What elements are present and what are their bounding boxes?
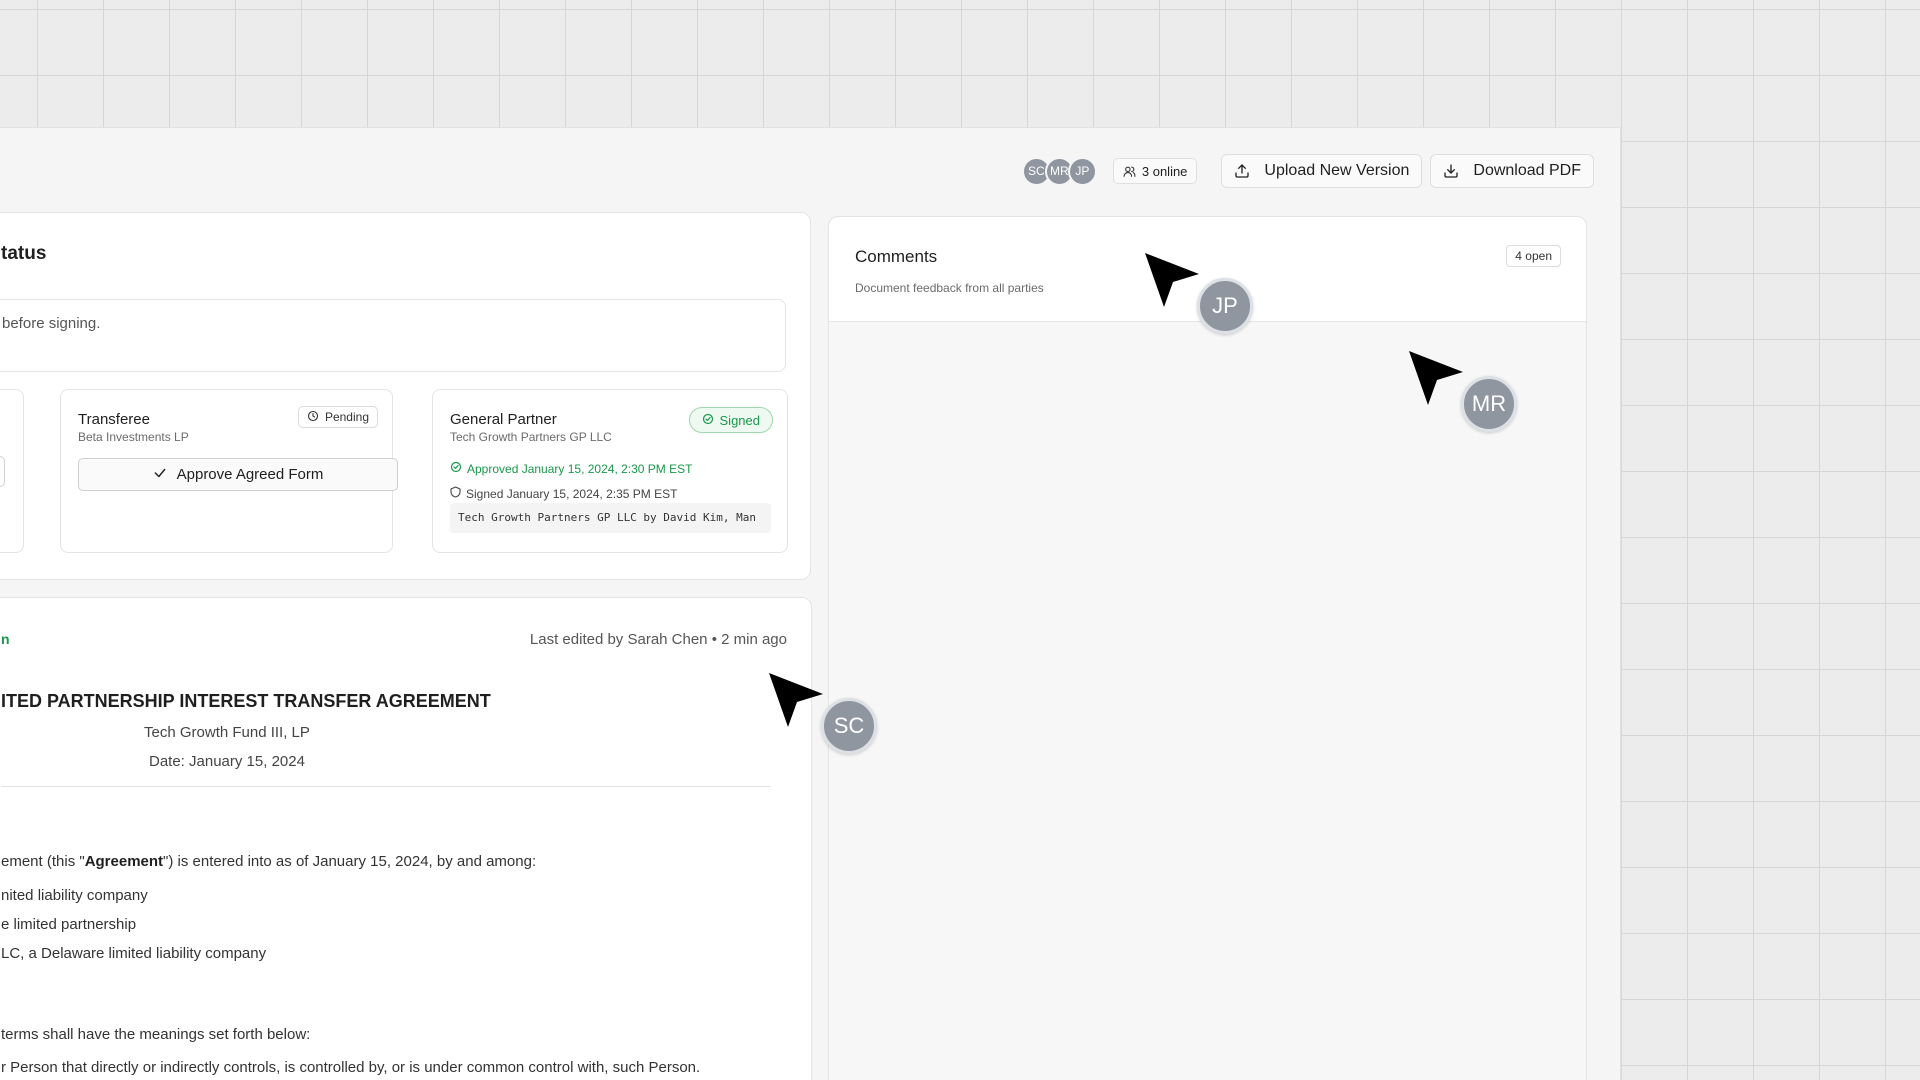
status-badge: Pending <box>297 406 378 428</box>
cursor-avatar: SC <box>821 698 877 754</box>
signing-note: before signing. <box>0 299 786 372</box>
upload-button-label: Upload New Version <box>1264 162 1410 179</box>
top-toolbar: SC MR JP 3 online Upload New Version Dow… <box>1021 154 1594 188</box>
status-card-title: tatus <box>1 243 47 264</box>
download-button-label: Download PDF <box>1473 162 1581 179</box>
document-title: ITED PARTNERSHIP INTEREST TRANSFER AGREE… <box>1 691 491 711</box>
document-viewer: n Last edited by Sarah Chen • 2 min ago … <box>0 597 812 1080</box>
party-organization: Beta Investments LP <box>78 430 189 444</box>
document-status-fragment: n <box>1 631 10 647</box>
cursor-arrow-icon <box>769 673 823 727</box>
online-count-badge: 3 online <box>1112 158 1198 184</box>
intro-text: ement (this " <box>1 853 85 870</box>
open-comments-badge: 4 open <box>1506 245 1561 267</box>
clock-icon <box>307 410 319 425</box>
comments-panel: Comments Document feedback from all part… <box>828 216 1587 1080</box>
avatar[interactable]: JP <box>1067 156 1097 186</box>
download-icon <box>1443 163 1459 179</box>
cursor-arrow-icon <box>1145 253 1199 307</box>
signing-note-text: before signing. <box>2 315 101 332</box>
cursor-avatar: JP <box>1197 278 1253 334</box>
document-line: LC, a Delaware limited liability company <box>1 945 267 962</box>
document-line: nited liability company <box>1 887 148 904</box>
party-card-general-partner: General Partner Tech Growth Partners GP … <box>432 389 788 553</box>
divider <box>1 786 771 787</box>
check-circle-icon <box>702 413 714 428</box>
approved-timestamp: Approved January 15, 2024, 2:30 PM EST <box>450 461 692 476</box>
cursor-arrow-icon <box>1409 351 1463 405</box>
document-date: Date: January 15, 2024 <box>149 753 305 770</box>
signature-badge-icon <box>450 486 461 501</box>
presence-avatars: SC MR JP <box>1021 156 1097 186</box>
status-badge-label: Signed <box>719 412 760 428</box>
approve-button-label: Approve Agreed Form <box>176 466 324 483</box>
online-count-label: 3 online <box>1141 163 1188 179</box>
party-card-partial: ng <box>0 389 24 553</box>
party-action-button-partial[interactable] <box>0 456 5 487</box>
signed-timestamp: Signed January 15, 2024, 2:35 PM EST <box>450 486 677 501</box>
signing-status-card: tatus before signing. ng Transferee Beta… <box>0 212 811 580</box>
party-name: General Partner <box>450 411 557 428</box>
party-card-transferee: Transferee Beta Investments LP Pending A… <box>60 389 398 553</box>
last-edited-label: Last edited by Sarah Chen • 2 min ago <box>529 631 787 648</box>
upload-icon <box>1234 163 1250 179</box>
party-name: Transferee <box>78 411 150 428</box>
signed-text: Signed January 15, 2024, 2:35 PM EST <box>466 486 678 501</box>
upload-new-version-button[interactable]: Upload New Version <box>1221 154 1423 188</box>
party-organization: Tech Growth Partners GP LLC <box>450 430 612 444</box>
document-paragraph: ement (this "Agreement") is entered into… <box>1 853 536 870</box>
document-line: e limited partnership <box>1 916 137 933</box>
status-badge-label: Pending <box>324 410 369 424</box>
approve-agreed-form-button[interactable]: Approve Agreed Form <box>78 458 398 491</box>
document-line: r Person that directly or indirectly con… <box>1 1059 701 1076</box>
intro-text: ") is entered into as of January 15, 202… <box>163 853 537 870</box>
document-entity: Tech Growth Fund III, LP <box>144 724 310 741</box>
app-window: SC MR JP 3 online Upload New Version Dow… <box>0 127 1621 1080</box>
signature-block: Tech Growth Partners GP LLC by David Kim… <box>450 503 771 533</box>
comments-title: Comments <box>855 247 938 266</box>
check-circle-icon <box>450 461 462 476</box>
download-pdf-button[interactable]: Download PDF <box>1430 154 1594 188</box>
cursor-avatar: MR <box>1461 376 1517 432</box>
check-icon <box>153 466 167 484</box>
document-line: terms shall have the meanings set forth … <box>1 1026 311 1043</box>
defined-term: Agreement <box>84 853 164 870</box>
status-badge: Signed <box>688 407 773 433</box>
comments-subtitle: Document feedback from all parties <box>855 281 1044 295</box>
approved-text: Approved January 15, 2024, 2:30 PM EST <box>467 461 693 476</box>
users-icon <box>1123 165 1136 178</box>
